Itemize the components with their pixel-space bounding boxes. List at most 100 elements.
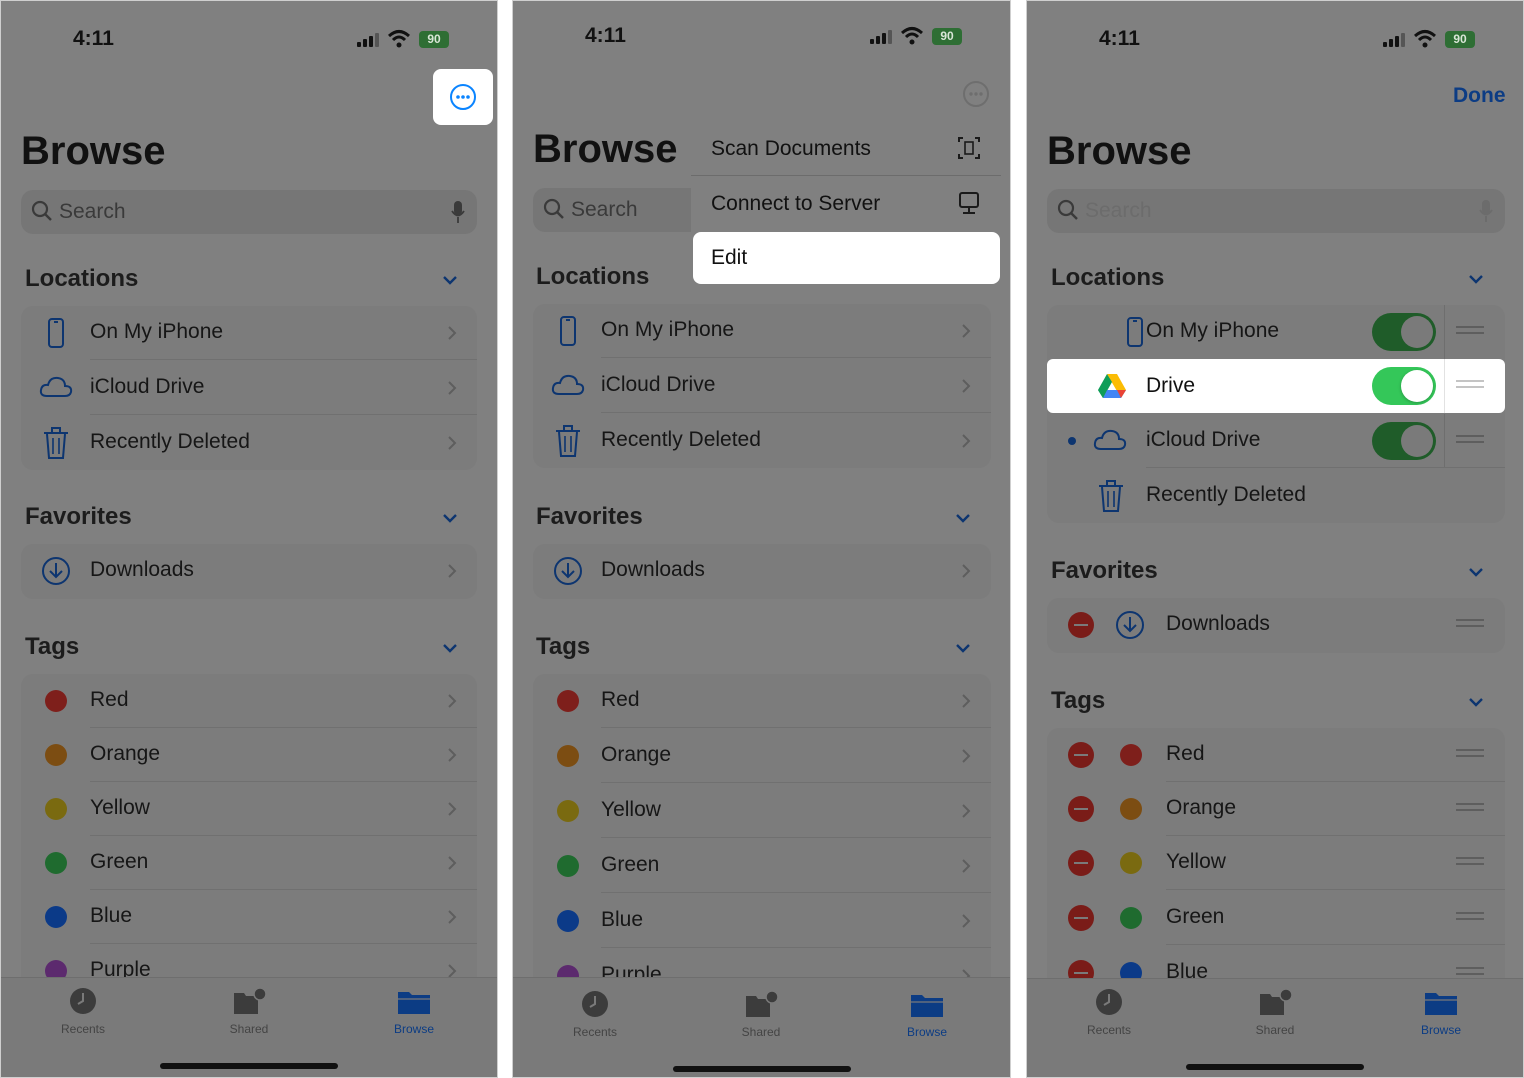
tag-yellow[interactable]: Yellow [533, 784, 991, 838]
location-icloud-drive[interactable]: iCloud Drive [21, 361, 477, 415]
search-icon [31, 200, 52, 221]
menu-edit[interactable]: Edit [693, 232, 1000, 284]
tag-dot-icon [1120, 852, 1142, 874]
locations-header[interactable]: Locations [25, 265, 138, 293]
favorites-header[interactable]: Favorites [536, 503, 643, 531]
search-field[interactable]: Search [1047, 189, 1505, 233]
remove-icon[interactable] [1068, 612, 1094, 638]
location-recently-deleted[interactable]: Recently Deleted [1047, 469, 1505, 523]
chevron-down-icon[interactable] [1468, 567, 1484, 577]
remove-icon[interactable] [1068, 850, 1094, 876]
favorites-header[interactable]: Favorites [1051, 557, 1158, 585]
toggle-knob [1401, 316, 1433, 348]
location-toggle[interactable] [1372, 422, 1436, 460]
favorite-downloads[interactable]: Downloads [533, 544, 991, 598]
location-toggle[interactable] [1372, 367, 1436, 405]
tag-label: Green [601, 853, 660, 876]
location-recently-deleted[interactable]: Recently Deleted [533, 414, 991, 468]
tab-recents[interactable]: Recents [550, 989, 640, 1039]
reorder-handle-icon[interactable] [1456, 326, 1484, 340]
menu-connect-to-server[interactable]: Connect to Server [691, 176, 1001, 231]
tab-browse[interactable]: Browse [882, 989, 972, 1039]
location-drive[interactable]: Drive [1047, 359, 1505, 413]
tag-label: Red [1166, 742, 1205, 765]
chevron-right-icon [962, 749, 971, 763]
tab-shared[interactable]: Shared [204, 986, 294, 1036]
tab-shared[interactable]: Shared [1230, 987, 1320, 1037]
microphone-icon[interactable] [451, 200, 465, 224]
tag-red[interactable]: Red [1047, 728, 1505, 782]
chevron-down-icon[interactable] [442, 275, 458, 285]
reorder-handle-icon[interactable] [1456, 912, 1484, 926]
tag-blue[interactable]: Blue [533, 894, 991, 948]
tags-header[interactable]: Tags [25, 633, 79, 661]
location-icloud-drive[interactable]: iCloud Drive [1047, 414, 1505, 468]
cellular-signal-icon [1383, 33, 1405, 47]
remove-icon[interactable] [1068, 905, 1094, 931]
reorder-handle-icon[interactable] [1456, 749, 1484, 763]
location-label: On My iPhone [601, 318, 735, 341]
tag-dot-icon [45, 798, 67, 820]
server-display-icon [959, 192, 979, 214]
tab-recents[interactable]: Recents [1064, 987, 1154, 1037]
reorder-handle-icon[interactable] [1456, 857, 1484, 871]
remove-icon[interactable] [1068, 742, 1094, 768]
chevron-down-icon[interactable] [442, 643, 458, 653]
done-button[interactable]: Done [1453, 84, 1506, 108]
location-on-my-iphone[interactable]: On My iPhone [21, 306, 477, 360]
search-placeholder: Search [1085, 199, 1152, 222]
unread-dot-icon [1068, 437, 1076, 445]
tag-orange[interactable]: Orange [533, 729, 991, 783]
locations-header[interactable]: Locations [1051, 264, 1164, 292]
trash-icon [556, 425, 580, 457]
divider [1444, 414, 1445, 468]
tag-dot-icon [1120, 744, 1142, 766]
location-on-my-iphone[interactable]: On My iPhone [1047, 305, 1505, 359]
location-on-my-iphone[interactable]: On My iPhone [533, 304, 991, 358]
tag-yellow[interactable]: Yellow [21, 782, 477, 836]
status-time: 4:11 [73, 27, 114, 50]
tag-green[interactable]: Green [21, 836, 477, 890]
tag-orange[interactable]: Orange [1047, 782, 1505, 836]
tags-header[interactable]: Tags [1051, 687, 1105, 715]
clock-icon [70, 988, 96, 1014]
location-toggle[interactable] [1372, 313, 1436, 351]
chevron-down-icon[interactable] [1468, 697, 1484, 707]
tag-green[interactable]: Green [1047, 891, 1505, 945]
tag-green[interactable]: Green [533, 839, 991, 893]
tag-orange[interactable]: Orange [21, 728, 477, 782]
more-button[interactable] [433, 69, 493, 125]
menu-scan-documents[interactable]: Scan Documents [691, 121, 1001, 176]
tab-browse[interactable]: Browse [369, 986, 459, 1036]
tag-red[interactable]: Red [533, 674, 991, 728]
chevron-down-icon[interactable] [1468, 274, 1484, 284]
ellipsis-circle-icon[interactable] [961, 79, 991, 109]
chevron-down-icon[interactable] [955, 643, 971, 653]
favorite-downloads[interactable]: Downloads [21, 544, 477, 598]
favorites-header[interactable]: Favorites [25, 503, 132, 531]
wifi-icon [900, 27, 924, 45]
reorder-handle-icon[interactable] [1456, 803, 1484, 817]
chevron-down-icon[interactable] [442, 513, 458, 523]
tag-yellow[interactable]: Yellow [1047, 836, 1505, 890]
location-recently-deleted[interactable]: Recently Deleted [21, 416, 477, 470]
microphone-icon[interactable] [1479, 199, 1493, 223]
location-icloud-drive[interactable]: iCloud Drive [533, 359, 991, 413]
tab-recents[interactable]: Recents [38, 986, 128, 1036]
search-field[interactable]: Search [21, 190, 477, 234]
tags-header[interactable]: Tags [536, 633, 590, 661]
trash-icon [1099, 480, 1123, 512]
tag-blue[interactable]: Blue [21, 890, 477, 944]
chevron-down-icon[interactable] [955, 513, 971, 523]
favorite-downloads[interactable]: Downloads [1047, 598, 1505, 652]
locations-header[interactable]: Locations [536, 263, 649, 291]
reorder-handle-icon[interactable] [1456, 380, 1484, 388]
reorder-handle-icon[interactable] [1456, 619, 1484, 633]
tab-shared[interactable]: Shared [716, 989, 806, 1039]
remove-icon[interactable] [1068, 796, 1094, 822]
reorder-handle-icon[interactable] [1456, 435, 1484, 449]
chevron-right-icon [962, 914, 971, 928]
tag-red[interactable]: Red [21, 674, 477, 728]
location-label: iCloud Drive [601, 373, 716, 396]
tab-browse[interactable]: Browse [1396, 987, 1486, 1037]
